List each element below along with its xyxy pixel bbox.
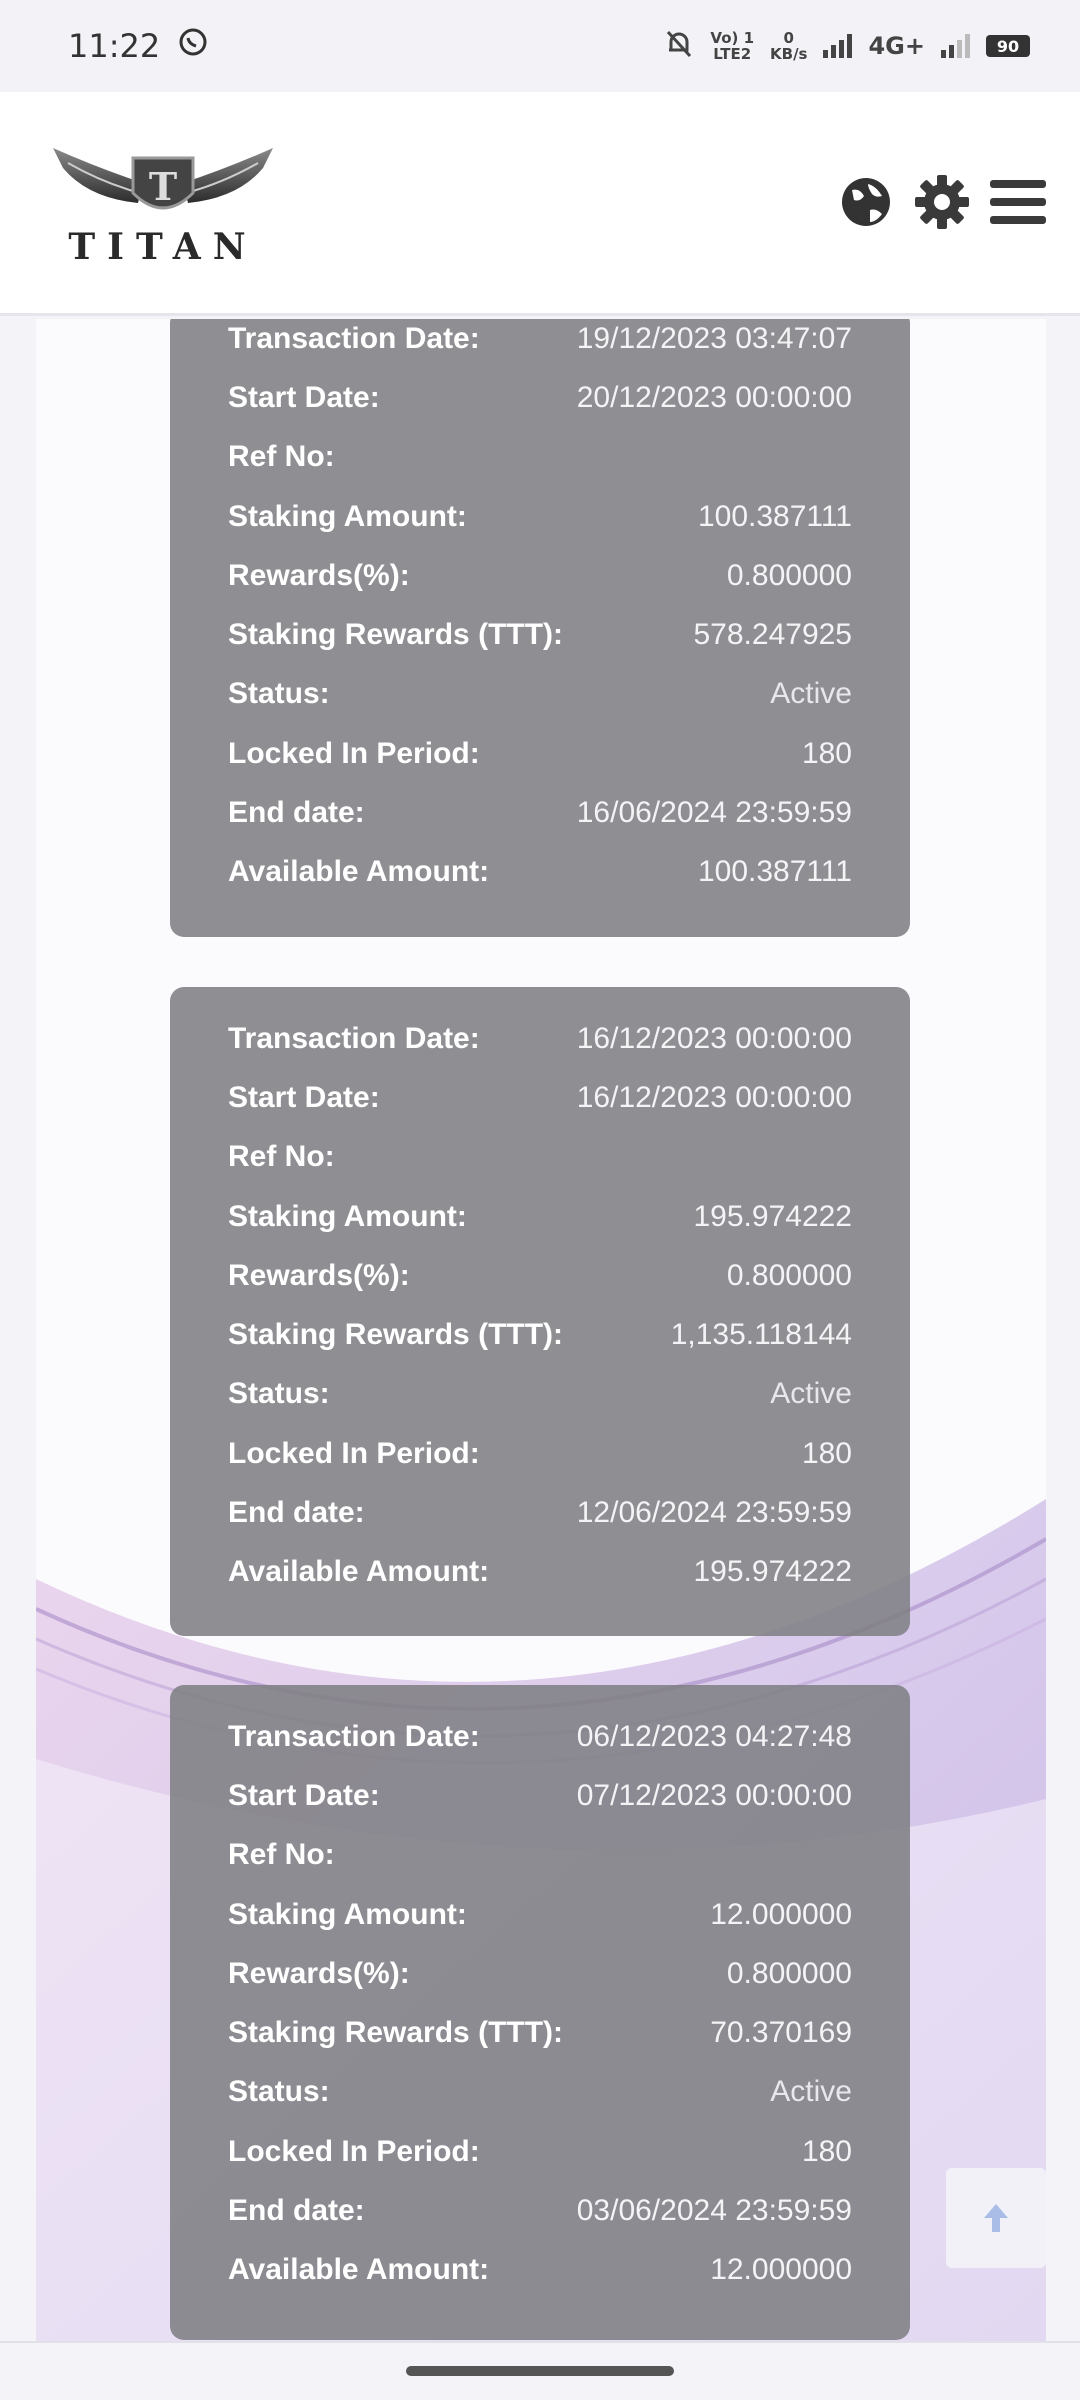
status-badge: Active [770,2075,852,2109]
brand-name: TITAN [68,226,258,268]
card-row-status: Status: Active [228,2075,852,2109]
card-row-available-amount: Available Amount: 12.000000 [228,2253,852,2287]
network-type: 4G+ [868,32,925,60]
card-row-end-date: End date: 16/06/2024 23:59:59 [228,796,852,830]
arrow-up-icon [984,2204,1008,2232]
app-header: T TITAN [0,92,1080,316]
logo-letter: T [149,164,177,209]
speed-unit: KB/s [770,45,808,63]
mute-notifications-icon [664,28,694,65]
card-row-rewards-percent: Rewards(%): 0.800000 [228,1258,852,1292]
card-row-end-date: End date: 03/06/2024 23:59:59 [228,2194,852,2228]
card-row-rewards-percent: Rewards(%): 0.800000 [228,1956,852,1990]
card-row-transaction-date: Transaction Date: 19/12/2023 03:47:07 [228,321,852,355]
globe-icon[interactable] [836,172,896,232]
card-row-ref-no: Ref No: [228,1838,335,1872]
card-row-staking-rewards: Staking Rewards (TTT): 578.247925 [228,618,852,652]
status-badge: Active [770,1377,852,1411]
card-row-rewards-percent: Rewards(%): 0.800000 [228,558,852,592]
card-row-locked-period: Locked In Period: 180 [228,1436,852,1470]
scroll-to-top-button[interactable] [946,2168,1046,2268]
staking-card: Transaction Date: 19/12/2023 03:47:07 Sta… [170,319,910,937]
card-row-staking-amount: Staking Amount: 100.387111 [228,499,852,533]
network-speed: 0 KB/s [770,30,807,62]
clock: 11:22 [68,27,161,65]
staking-history-list[interactable]: Transaction Date: 19/12/2023 03:47:07 Sta… [36,319,1046,2341]
status-bar: 11:22 Vo) 1 LTE2 0 KB/s 4G+ 90 [0,0,1080,92]
card-row-start-date: Start Date: 16/12/2023 00:00:00 [228,1080,852,1114]
status-badge: Active [770,677,852,711]
card-row-ref-no: Ref No: [228,440,335,474]
card-row-staking-amount: Staking Amount: 12.000000 [228,1897,852,1931]
card-row-staking-rewards: Staking Rewards (TTT): 1,135.118144 [228,1318,852,1352]
speed-value: 0 [783,29,794,47]
card-row-staking-amount: Staking Amount: 195.974222 [228,1199,852,1233]
card-row-end-date: End date: 12/06/2024 23:59:59 [228,1496,852,1530]
card-row-transaction-date: Transaction Date: 16/12/2023 00:00:00 [228,1021,852,1055]
whatsapp-icon [178,27,208,65]
card-row-start-date: Start Date: 20/12/2023 00:00:00 [228,380,852,414]
volte-indicator: Vo) 1 LTE2 [710,30,754,62]
signal-icon-sim2 [941,34,970,58]
card-row-start-date: Start Date: 07/12/2023 00:00:00 [228,1778,852,1812]
lte-label: LTE2 [713,45,752,63]
card-row-available-amount: Available Amount: 195.974222 [228,1555,852,1589]
card-row-locked-period: Locked In Period: 180 [228,736,852,770]
menu-icon[interactable] [988,172,1048,232]
gear-icon[interactable] [912,172,972,232]
staking-card: Transaction Date: 16/12/2023 00:00:00 Sta… [170,987,910,1636]
card-row-status: Status: Active [228,1377,852,1411]
card-row-available-amount: Available Amount: 100.387111 [228,855,852,889]
signal-icon [823,34,853,58]
card-row-locked-period: Locked In Period: 180 [228,2134,852,2168]
staking-card: Transaction Date: 06/12/2023 04:27:48 Sta… [170,1685,910,2340]
card-row-staking-rewards: Staking Rewards (TTT): 70.370169 [228,2016,852,2050]
volte-label: Vo) 1 [710,29,755,47]
card-row-ref-no: Ref No: [228,1140,335,1174]
card-row-status: Status: Active [228,677,852,711]
card-row-transaction-date: Transaction Date: 06/12/2023 04:27:48 [228,1719,852,1753]
home-gesture-handle[interactable] [406,2366,674,2376]
battery-icon: 90 [986,35,1030,57]
